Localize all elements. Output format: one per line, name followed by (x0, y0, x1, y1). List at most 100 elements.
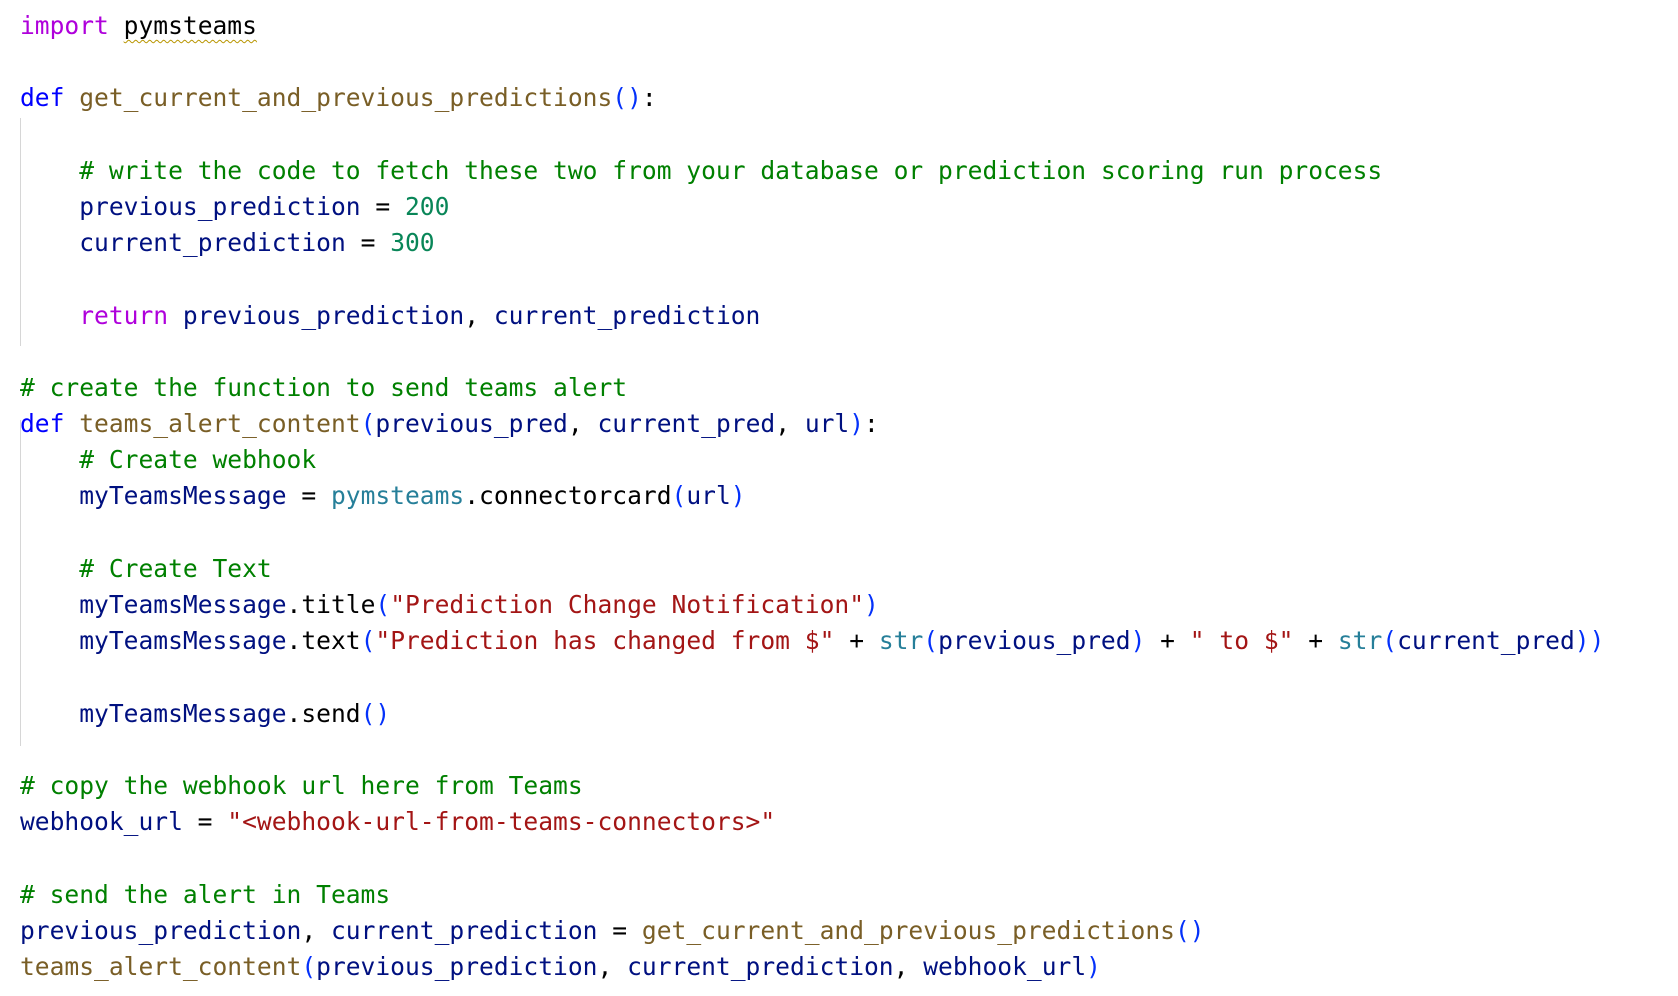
code-line[interactable]: ​ (20, 515, 1660, 551)
code-line[interactable]: myTeamsMessage.text("Prediction has chan… (20, 623, 1660, 659)
code-token-plain: pymsteams (123, 11, 257, 40)
code-line[interactable]: myTeamsMessage.title("Prediction Change … (20, 587, 1660, 623)
code-line[interactable]: ​ (20, 659, 1660, 695)
code-token-var: previous_prediction (182, 300, 465, 330)
code-token-module: pymsteams (330, 481, 465, 511)
code-token-keyword: return (79, 300, 169, 330)
code-token-plain: = (360, 191, 405, 221)
indent-guide-function-1 (20, 118, 21, 346)
code-token-plain: , (567, 409, 598, 439)
code-editor[interactable]: import pymsteams​def get_current_and_pre… (20, 8, 1660, 985)
code-token-paren: () (612, 83, 642, 113)
code-token-plain: , (775, 409, 805, 439)
code-line[interactable]: return previous_prediction, current_pred… (20, 298, 1660, 334)
code-token-var: current_pred (597, 409, 776, 439)
code-token-plain: .title (286, 590, 376, 619)
code-line[interactable]: ​ (20, 334, 1660, 370)
code-token-keyword: import (20, 11, 109, 40)
code-line[interactable]: ​ (20, 840, 1660, 876)
code-token-var: webhook_url (20, 807, 183, 837)
code-line[interactable]: ​ (20, 44, 1660, 80)
code-token-paren: ) (1130, 626, 1146, 656)
code-token-paren: ) (864, 590, 879, 619)
code-line[interactable]: def get_current_and_previous_predictions… (20, 80, 1660, 116)
code-line[interactable]: # copy the webhook url here from Teams (20, 768, 1660, 804)
code-token-plain: = (345, 228, 391, 258)
code-line[interactable]: myTeamsMessage = pymsteams.connectorcard… (20, 478, 1660, 514)
code-token-var: previous_pred (938, 626, 1131, 656)
code-token-paren: ) (849, 409, 865, 439)
code-line[interactable]: ​ (20, 732, 1660, 768)
code-token-number: 200 (404, 191, 450, 221)
code-token-comment: # Create webhook (79, 445, 317, 475)
code-token-paren: () (360, 698, 391, 728)
code-token-var: previous_prediction (79, 191, 361, 221)
code-line[interactable]: # create the function to send teams aler… (20, 370, 1660, 406)
code-token-plain: .send (286, 698, 361, 728)
code-token-plain: : (641, 83, 657, 113)
code-token-string: "Prediction Change Notification" (390, 590, 865, 619)
code-token-func: teams_alert_content (20, 951, 302, 981)
code-token-paren: ( (923, 626, 939, 656)
code-line[interactable]: ​ (20, 117, 1660, 153)
code-line[interactable]: import pymsteams (20, 8, 1660, 44)
code-token-var: url (686, 481, 731, 511)
code-token-plain: + (1145, 626, 1190, 656)
indent-guide-function-2 (20, 420, 21, 746)
code-line[interactable]: previous_prediction = 200 (20, 189, 1660, 225)
code-token-number: 300 (390, 228, 435, 258)
code-token-var: myTeamsMessage (79, 590, 287, 619)
code-line[interactable]: # Create webhook (20, 442, 1660, 478)
code-line[interactable]: # write the code to fetch these two from… (20, 153, 1660, 189)
code-token-var: webhook_url (923, 951, 1087, 981)
code-token-builtin: str (878, 626, 924, 656)
code-token-var: previous_prediction (20, 915, 302, 945)
code-line[interactable]: # Create Text (20, 551, 1660, 587)
code-token-plain: = (182, 807, 228, 837)
code-token-comment: # write the code to fetch these two from… (79, 155, 1383, 185)
code-token-paren: ( (360, 626, 376, 656)
code-token-func: get_current_and_previous_predictions (79, 83, 613, 113)
code-token-var: current_prediction (627, 951, 894, 981)
code-token-var: previous_prediction (316, 951, 598, 981)
code-token-paren: )) (1574, 626, 1605, 656)
code-token-paren: ) (730, 481, 746, 511)
code-line[interactable]: ​ (20, 261, 1660, 297)
code-token-plain: = (286, 481, 331, 511)
code-token-plain: : (864, 409, 879, 439)
code-token-var: myTeamsMessage (79, 481, 287, 511)
code-token-paren: ( (360, 409, 376, 439)
code-line[interactable]: teams_alert_content(previous_prediction,… (20, 949, 1660, 985)
code-token-var: current_pred (1397, 626, 1575, 656)
code-token-comment: # copy the webhook url here from Teams (20, 770, 583, 800)
code-token-paren: ( (671, 481, 687, 511)
code-line[interactable]: current_prediction = 300 (20, 225, 1660, 261)
code-line[interactable]: webhook_url = "<webhook-url-from-teams-c… (20, 804, 1660, 840)
code-token-comment: # Create Text (79, 553, 272, 583)
code-token-var: url (804, 409, 850, 439)
code-token-plain: = (597, 915, 642, 945)
code-token-builtin: str (1337, 626, 1383, 656)
code-token-plain: + (1293, 626, 1338, 656)
code-token-plain: .connectorcard (464, 481, 672, 511)
code-token-def: def (20, 83, 65, 113)
code-token-var: current_prediction (79, 228, 346, 258)
code-token-plain: , (597, 951, 628, 981)
code-line[interactable]: # send the alert in Teams (20, 877, 1660, 913)
code-line[interactable]: previous_prediction, current_prediction … (20, 913, 1660, 949)
code-token-plain: , (893, 951, 924, 981)
code-token-string: "<webhook-url-from-teams-connectors>" (227, 807, 776, 837)
code-token-paren: ( (1382, 626, 1398, 656)
code-line[interactable]: def teams_alert_content(previous_pred, c… (20, 406, 1660, 442)
code-token-string: "Prediction has changed from $" (375, 626, 835, 656)
code-token-var: myTeamsMessage (79, 698, 287, 728)
code-line[interactable]: myTeamsMessage.send() (20, 696, 1660, 732)
